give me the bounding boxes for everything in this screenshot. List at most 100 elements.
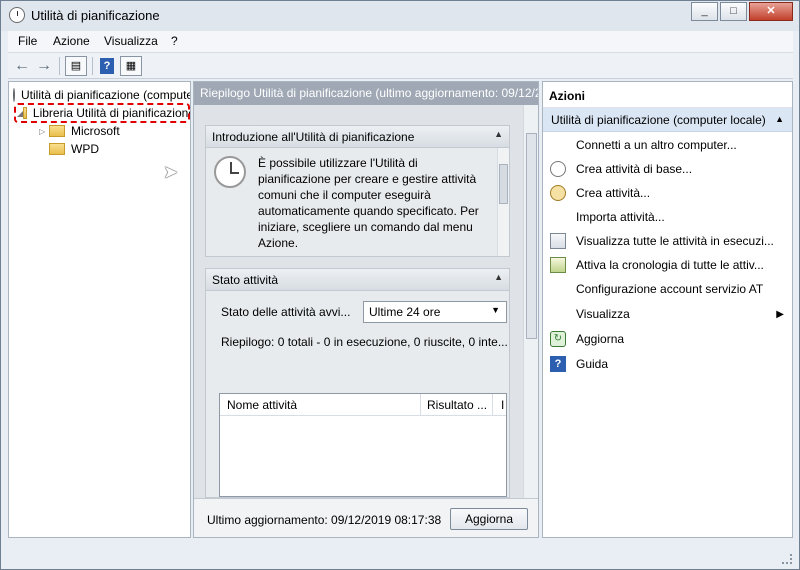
console-tree-icon: ▤: [70, 60, 82, 72]
menu-azione[interactable]: Azione: [53, 34, 90, 48]
center-pane: Riepilogo Utilità di pianificazione (ult…: [193, 81, 539, 538]
status-table: Nome attività Risultato ... I: [219, 393, 507, 497]
menu-help[interactable]: ?: [171, 34, 178, 48]
tree-item-wpd[interactable]: WPD: [49, 140, 99, 158]
center-header: Riepilogo Utilità di pianificazione (ult…: [194, 82, 538, 105]
action-label: Attiva la cronologia di tutte le attiv..…: [576, 258, 764, 272]
action-configurazione-at[interactable]: Configurazione account servizio AT: [543, 278, 792, 300]
intro-title: Introduzione all'Utilità di pianificazio…: [212, 130, 415, 144]
column-divider[interactable]: [492, 394, 493, 416]
clock-icon: [550, 185, 566, 201]
clock-icon: [13, 88, 15, 102]
action-label: Aggiorna: [576, 332, 625, 346]
action-guida[interactable]: ? Guida: [543, 353, 792, 375]
tree-item-label: Microsoft: [71, 124, 120, 138]
tree-root-label: Utilità di pianificazione (computer loca…: [21, 88, 190, 102]
blank-icon: [550, 137, 566, 153]
center-scrollbar[interactable]: [523, 105, 538, 498]
action-connetti[interactable]: Connetti a un altro computer...: [543, 134, 792, 156]
window-controls: _ □ ✕: [689, 2, 793, 21]
refresh-icon: ↻: [550, 331, 566, 347]
action-crea-attivita[interactable]: Crea attività...: [543, 182, 792, 204]
intro-text: È possibile utilizzare l'Utilità di pian…: [258, 156, 479, 250]
blank-icon: [550, 281, 566, 297]
toolbar-separator: [59, 57, 60, 75]
help-toolbar-button[interactable]: ?: [99, 56, 115, 76]
intro-panel: Introduzione all'Utilità di pianificazio…: [205, 125, 510, 257]
aggiorna-button[interactable]: Aggiorna: [450, 508, 528, 530]
column-divider[interactable]: [420, 394, 421, 416]
status-panel-header[interactable]: Stato attività ▲: [206, 269, 509, 291]
blank-icon: [550, 209, 566, 225]
help-icon: ?: [100, 58, 114, 74]
mouse-cursor-icon: ➤: [163, 162, 179, 182]
tree-item-label: WPD: [71, 142, 99, 156]
column-header[interactable]: Risultato ...: [427, 398, 487, 412]
tree-root[interactable]: Utilità di pianificazione (computer loca…: [13, 86, 190, 104]
console-tree: Utilità di pianificazione (computer loca…: [8, 81, 191, 538]
action-label: Visualizza: [576, 307, 630, 321]
intro-scrollbar[interactable]: [497, 148, 509, 256]
action-crea-base[interactable]: Crea attività di base...: [543, 158, 792, 180]
status-panel: Stato attività ▲ Stato delle attività av…: [205, 268, 510, 498]
action-cronologia[interactable]: Attiva la cronologia di tutte le attiv..…: [543, 254, 792, 276]
clock-large-icon: [214, 156, 246, 188]
toolbar-separator: [92, 57, 93, 75]
status-body: Stato delle attività avvi... Ultime 24 o…: [206, 291, 509, 497]
menu-bar: File Azione Visualizza ?: [8, 31, 793, 53]
title-bar: Utilità di pianificazione _ □ ✕: [1, 1, 799, 31]
minimize-button[interactable]: _: [691, 2, 718, 21]
action-importa[interactable]: Importa attività...: [543, 206, 792, 228]
collapse-icon[interactable]: ▲: [494, 272, 503, 282]
select-value: Ultime 24 ore: [369, 305, 441, 319]
menu-file[interactable]: File: [18, 34, 37, 48]
intro-body: È possibile utilizzare l'Utilità di pian…: [206, 148, 509, 256]
status-title: Stato attività: [212, 273, 279, 287]
status-label: Stato delle attività avvi...: [221, 305, 351, 319]
grid-icon: [550, 233, 566, 249]
intro-panel-header[interactable]: Introduzione all'Utilità di pianificazio…: [206, 126, 509, 148]
column-header[interactable]: I: [501, 398, 504, 412]
status-bar: [2, 540, 798, 568]
action-visualizza[interactable]: Visualizza ▶: [543, 303, 792, 325]
forward-button[interactable]: →: [35, 56, 53, 76]
last-update-text: Ultimo aggiornamento: 09/12/2019 08:17:3…: [207, 513, 442, 527]
column-header[interactable]: Nome attività: [227, 398, 297, 412]
status-period-select[interactable]: Ultime 24 ore ▼: [363, 301, 507, 323]
center-footer: Ultimo aggiornamento: 09/12/2019 08:17:3…: [194, 498, 538, 537]
action-label: Crea attività...: [576, 186, 651, 200]
collapse-icon[interactable]: ▲: [494, 129, 503, 139]
history-list-icon: [550, 257, 566, 273]
back-button[interactable]: ←: [13, 56, 31, 76]
table-header: Nome attività Risultato ... I: [220, 394, 506, 416]
back-arrow-icon: ←: [14, 57, 30, 74]
action-label: Visualizza tutte le attività in esecuzi.…: [576, 234, 774, 248]
folder-icon: [49, 143, 65, 155]
action-pane-icon: ▦: [125, 60, 137, 72]
actions-group-header[interactable]: Utilità di pianificazione (computer loca…: [543, 108, 792, 132]
maximize-button[interactable]: □: [720, 2, 747, 21]
action-aggiorna[interactable]: ↻ Aggiorna: [543, 328, 792, 350]
action-label: Configurazione account servizio AT: [576, 282, 764, 296]
actions-title: Azioni: [543, 82, 792, 108]
clock-icon: [550, 161, 566, 177]
folder-icon: [49, 125, 65, 137]
expand-triangle-icon[interactable]: ▷: [39, 127, 49, 136]
close-button[interactable]: ✕: [749, 2, 793, 21]
resize-grip-icon[interactable]: [782, 554, 792, 564]
show-action-pane-button[interactable]: ▦: [120, 56, 142, 76]
menu-visualizza[interactable]: Visualizza: [104, 34, 158, 48]
show-console-tree-button[interactable]: ▤: [65, 56, 87, 76]
scroll-thumb[interactable]: [526, 133, 537, 339]
collapse-icon[interactable]: ▲: [775, 114, 784, 124]
tree-item-microsoft[interactable]: ▷ Microsoft: [39, 122, 120, 140]
window-title: Utilità di pianificazione: [31, 8, 160, 23]
action-label: Crea attività di base...: [576, 162, 693, 176]
scroll-thumb[interactable]: [499, 164, 508, 204]
action-visualizza-esecuzione[interactable]: Visualizza tutte le attività in esecuzi.…: [543, 230, 792, 252]
forward-arrow-icon: →: [36, 57, 52, 74]
task-scheduler-window: Utilità di pianificazione _ □ ✕ File Azi…: [0, 0, 800, 570]
actions-pane: Azioni Utilità di pianificazione (comput…: [542, 81, 793, 538]
dropdown-arrow-icon: ▼: [491, 305, 500, 315]
action-label: Importa attività...: [576, 210, 665, 224]
